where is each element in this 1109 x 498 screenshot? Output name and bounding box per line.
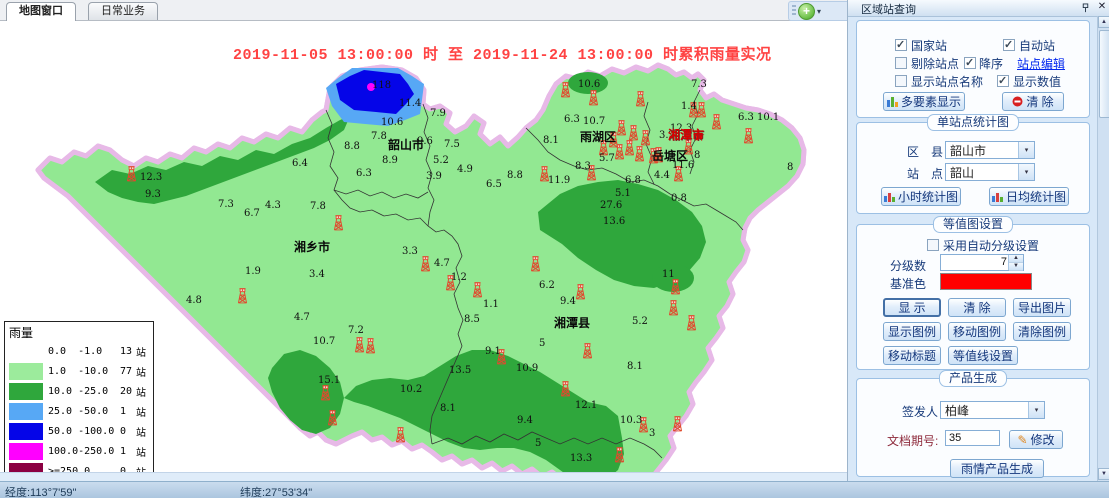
legend-swatch (9, 443, 43, 460)
grading-count-stepper[interactable]: 7 ▲ ▼ (940, 254, 1024, 271)
app-window: 2019-11-05 13:00:00 时 至 2019-11-24 13:00… (0, 0, 1109, 498)
product-generation-title: 产品生成 (939, 370, 1007, 387)
map-toolbar: + ▾ (788, 1, 852, 21)
map-title: 2019-11-05 13:00:00 时 至 2019-11-24 13:00… (233, 43, 772, 64)
daily-chart-button[interactable]: 日均统计图 (989, 187, 1069, 206)
county-select[interactable]: 韶山市 ▾ (945, 141, 1035, 159)
multi-element-icon (887, 96, 898, 107)
modify-button[interactable]: ✎ 修改 (1009, 430, 1063, 449)
legend-row: 0.0 -1.013站 (9, 341, 153, 361)
spin-down-icon: ▼ (1009, 263, 1023, 271)
chevron-down-icon[interactable]: ▾ (1018, 164, 1034, 180)
tab-bar: 地图窗口 日常业务 (0, 0, 847, 21)
clear-button[interactable]: 清 除 (948, 298, 1006, 317)
legend-swatch (9, 343, 43, 360)
panel-title: 区域站查询 (861, 1, 916, 17)
legend-row: 25.0 -50.01站 (9, 401, 153, 421)
legend-row: 10.0 -25.020站 (9, 381, 153, 401)
spin-up-icon: ▲ (1009, 255, 1023, 263)
toolbar-dropdown-icon[interactable]: ▾ (817, 7, 821, 16)
bar-chart-icon (884, 191, 895, 202)
clear-stations-button[interactable]: 清 除 (1002, 92, 1064, 111)
issuer-select[interactable]: 柏峰 ▾ (940, 401, 1045, 419)
map-window[interactable]: 2019-11-05 13:00:00 时 至 2019-11-24 13:00… (0, 20, 845, 472)
label-show-station-name: 显示站点名称 (911, 73, 983, 90)
toolbar-grip-icon (792, 5, 796, 17)
bar-chart-icon (992, 191, 1003, 202)
latitude-readout: 纬度:27°53'34" (240, 484, 312, 498)
county-label: 区 县 (907, 143, 943, 160)
move-legend-button[interactable]: 移动图例 (948, 322, 1006, 341)
base-color-label: 基准色 (890, 275, 926, 292)
tab-map-window[interactable]: 地图窗口 (6, 2, 76, 21)
clear-legend-button[interactable]: 清除图例 (1013, 322, 1071, 341)
add-layer-button[interactable]: + (798, 3, 815, 20)
product-generation-group: 产品生成 签发人 柏峰 ▾ 文档期号: ✎ 修改 雨情产品生成 (856, 378, 1090, 477)
doc-number-input[interactable] (945, 430, 1000, 446)
base-color-swatch[interactable] (940, 273, 1032, 290)
legend-title: 雨量 (9, 324, 153, 341)
legend-row: 50.0 -100.00站 (9, 421, 153, 441)
legend-swatch (9, 403, 43, 420)
pencil-icon: ✎ (1017, 433, 1027, 447)
rain-product-generate-button[interactable]: 雨情产品生成 (950, 459, 1044, 478)
checkbox-exclude-station[interactable] (895, 57, 907, 69)
hourly-chart-button[interactable]: 小时统计图 (881, 187, 961, 206)
region-station-panel: 区域站查询 ✕ 国家站 自动站 剔除站点 降序 站点编辑 显示站点名称 显示数值… (847, 0, 1109, 481)
contour-line-settings-button[interactable]: 等值线设置 (948, 346, 1018, 365)
move-title-button[interactable]: 移动标题 (883, 346, 941, 365)
legend-row: 100.0-250.01站 (9, 441, 153, 461)
tab-daily-business[interactable]: 日常业务 (88, 2, 158, 20)
contour-settings-group: 等值图设置 采用自动分级设置 分级数 7 ▲ ▼ 基准色 显 示 清 除 导出图… (856, 224, 1090, 370)
export-image-button[interactable]: 导出图片 (1013, 298, 1071, 317)
legend-row: 1.0 -10.077站 (9, 361, 153, 381)
label-exclude-station: 剔除站点 (911, 55, 959, 72)
scroll-down-icon[interactable]: ▼ (1098, 468, 1109, 480)
display-button[interactable]: 显 示 (883, 298, 941, 317)
checkbox-national-station[interactable] (895, 39, 907, 51)
station-edit-link[interactable]: 站点编辑 (1017, 55, 1065, 72)
longitude-readout: 经度:113°7'59" (5, 484, 76, 498)
checkbox-auto-station[interactable] (1003, 39, 1015, 51)
contour-settings-title: 等值图设置 (933, 216, 1013, 233)
station-label: 站 点 (907, 165, 943, 182)
scroll-up-icon[interactable]: ▲ (1098, 16, 1109, 28)
pin-icon[interactable] (1081, 3, 1090, 13)
close-icon[interactable]: ✕ (1096, 1, 1108, 12)
single-station-title: 单站点统计图 (927, 114, 1019, 131)
scrollbar-thumb[interactable] (1099, 30, 1109, 118)
legend-swatch (9, 423, 43, 440)
station-query-group: 国家站 自动站 剔除站点 降序 站点编辑 显示站点名称 显示数值 多要素显示 清… (856, 20, 1090, 118)
panel-scrollbar[interactable]: ▲ ▼ (1097, 16, 1109, 481)
chevron-down-icon[interactable]: ▾ (1028, 402, 1044, 418)
label-auto-station: 自动站 (1019, 37, 1055, 54)
rainfall-legend[interactable]: 雨量 0.0 -1.013站1.0 -10.077站10.0 -25.020站2… (4, 321, 154, 487)
clear-icon (1012, 96, 1023, 107)
legend-swatch (9, 383, 43, 400)
label-auto-grading: 采用自动分级设置 (943, 237, 1039, 254)
checkbox-auto-grading[interactable] (927, 239, 939, 251)
rain-point-100-250 (367, 83, 375, 91)
station-select[interactable]: 韶山 ▾ (945, 163, 1035, 181)
issuer-label: 签发人 (902, 403, 938, 420)
legend-swatch (9, 363, 43, 380)
rain-band-25-50 (326, 68, 424, 126)
checkbox-descending[interactable] (964, 57, 976, 69)
show-legend-button[interactable]: 显示图例 (883, 322, 941, 341)
label-national-station: 国家站 (911, 37, 947, 54)
label-descending: 降序 (979, 55, 1003, 72)
legend-rows: 0.0 -1.013站1.0 -10.077站10.0 -25.020站25.0… (9, 341, 153, 481)
label-show-values: 显示数值 (1013, 73, 1061, 90)
status-bar: 经度:113°7'59" 纬度:27°53'34" (0, 481, 1109, 498)
doc-number-label: 文档期号: (887, 432, 938, 449)
multi-element-button[interactable]: 多要素显示 (883, 92, 965, 111)
panel-header: 区域站查询 ✕ (848, 0, 1109, 17)
grading-count-label: 分级数 (890, 257, 926, 274)
chevron-down-icon[interactable]: ▾ (1018, 142, 1034, 158)
checkbox-show-values[interactable] (997, 75, 1009, 87)
single-station-group: 单站点统计图 区 县 韶山市 ▾ 站 点 韶山 ▾ 小时统计图 日均统计图 (856, 122, 1090, 214)
checkbox-show-station-name[interactable] (895, 75, 907, 87)
